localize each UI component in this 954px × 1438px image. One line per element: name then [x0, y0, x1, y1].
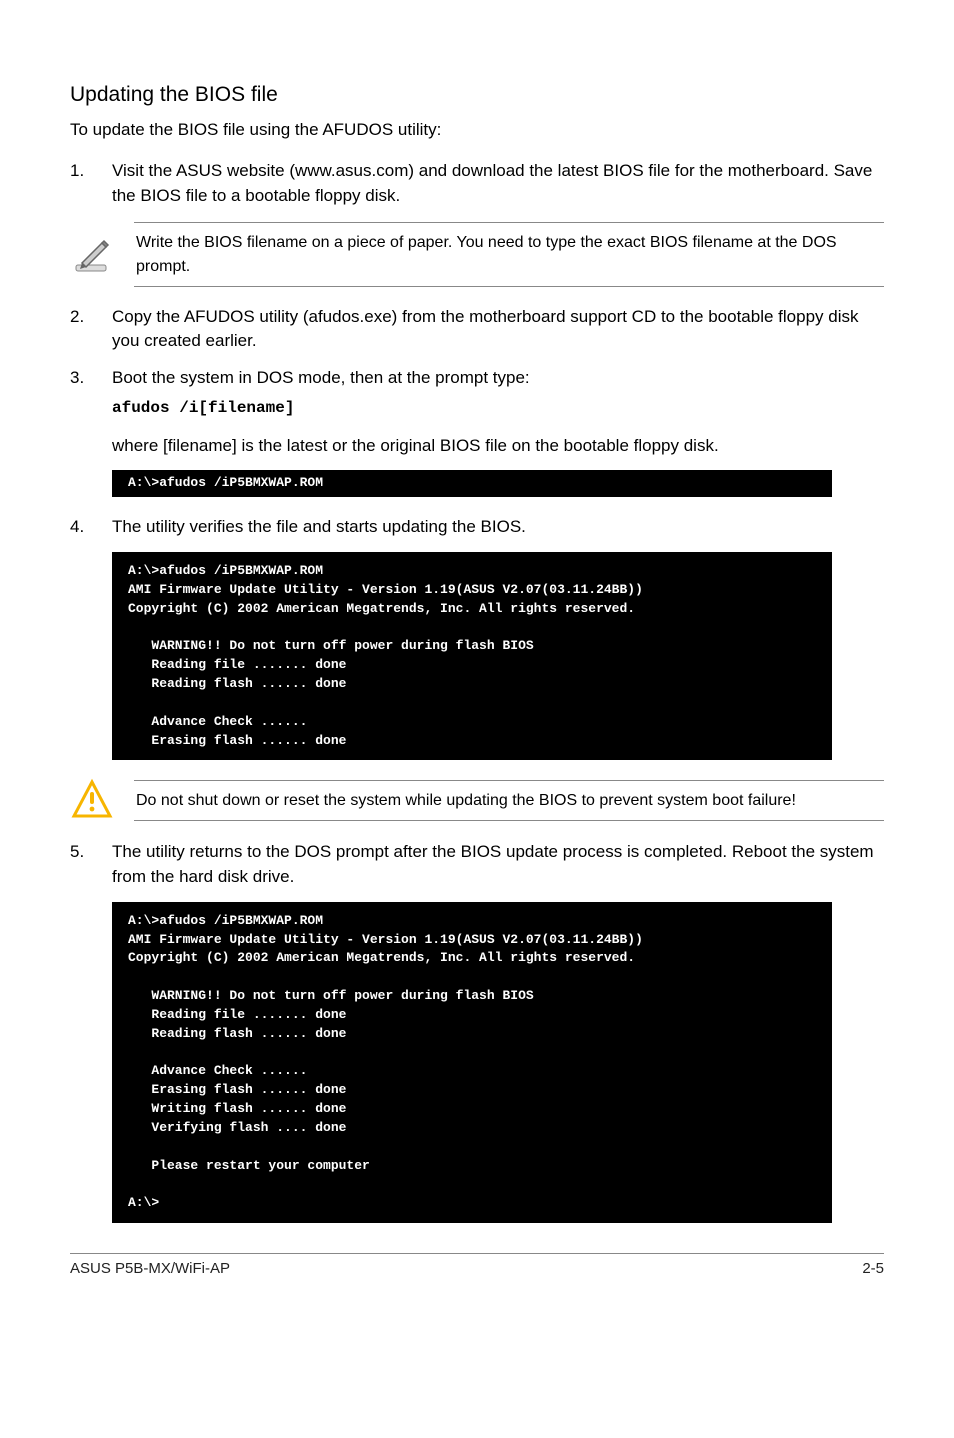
steps-list-continued-2: 4. The utility verifies the file and sta… — [70, 515, 884, 540]
note-write-filename: Write the BIOS filename on a piece of pa… — [70, 222, 884, 286]
page-footer: ASUS P5B-MX/WiFi-AP 2-5 — [70, 1253, 884, 1280]
steps-list-continued-3: 5. The utility returns to the DOS prompt… — [70, 840, 884, 889]
step-body: Visit the ASUS website (www.asus.com) an… — [112, 159, 884, 208]
step-body: Boot the system in DOS mode, then at the… — [112, 366, 884, 458]
pencil-paper-icon — [70, 233, 114, 277]
terminal-output-3: A:\>afudos /iP5BMXWAP.ROM AMI Firmware U… — [112, 902, 832, 1224]
warning-triangle-icon — [70, 778, 114, 822]
step-2: 2. Copy the AFUDOS utility (afudos.exe) … — [70, 305, 884, 354]
step-text: Boot the system in DOS mode, then at the… — [112, 366, 884, 391]
step-5: 5. The utility returns to the DOS prompt… — [70, 840, 884, 889]
step-1: 1. Visit the ASUS website (www.asus.com)… — [70, 159, 884, 208]
steps-list-continued: 2. Copy the AFUDOS utility (afudos.exe) … — [70, 305, 884, 459]
note-text: Write the BIOS filename on a piece of pa… — [134, 222, 884, 286]
caution-text: Do not shut down or reset the system whi… — [134, 780, 884, 821]
step-number: 4. — [70, 515, 112, 540]
intro-text: To update the BIOS file using the AFUDOS… — [70, 118, 884, 143]
steps-list: 1. Visit the ASUS website (www.asus.com)… — [70, 159, 884, 208]
caution-no-shutdown: Do not shut down or reset the system whi… — [70, 778, 884, 822]
step-number: 3. — [70, 366, 112, 458]
terminal-output-2: A:\>afudos /iP5BMXWAP.ROM AMI Firmware U… — [112, 552, 832, 760]
step-number: 1. — [70, 159, 112, 208]
step-number: 5. — [70, 840, 112, 889]
footer-right: 2-5 — [862, 1258, 884, 1280]
step-body: The utility returns to the DOS prompt af… — [112, 840, 884, 889]
step-body: Copy the AFUDOS utility (afudos.exe) fro… — [112, 305, 884, 354]
step-4: 4. The utility verifies the file and sta… — [70, 515, 884, 540]
command-text: afudos /i[filename] — [112, 397, 884, 420]
step-text: where [filename] is the latest or the or… — [112, 434, 884, 459]
terminal-output-1: A:\>afudos /iP5BMXWAP.ROM — [112, 470, 832, 497]
footer-left: ASUS P5B-MX/WiFi-AP — [70, 1258, 230, 1280]
step-body: The utility verifies the file and starts… — [112, 515, 884, 540]
step-number: 2. — [70, 305, 112, 354]
section-heading: Updating the BIOS file — [70, 80, 884, 110]
step-3: 3. Boot the system in DOS mode, then at … — [70, 366, 884, 458]
